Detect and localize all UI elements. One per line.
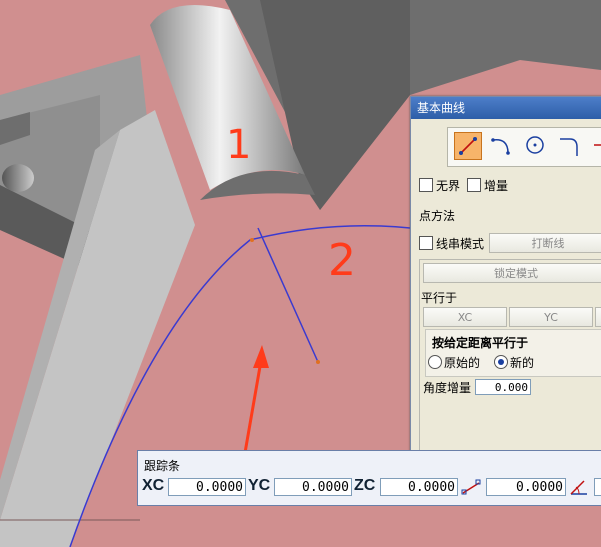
- angle-icon: [568, 477, 590, 501]
- radio-original-label: 原始的: [444, 356, 481, 370]
- lock-mode-button[interactable]: 锁定模式: [423, 263, 601, 283]
- tracking-bar-title: 跟踪条: [144, 459, 181, 473]
- yc-input[interactable]: 0.0000: [274, 478, 352, 496]
- radio-new-dot[interactable]: [494, 355, 508, 369]
- zc-button[interactable]: [595, 307, 601, 327]
- radio-new[interactable]: 新的: [494, 354, 534, 371]
- zc-label: ZC: [354, 477, 376, 494]
- hole: [2, 164, 34, 192]
- angle-input[interactable]: [594, 478, 601, 496]
- circle-icon[interactable]: [522, 132, 550, 160]
- angle-increment-input[interactable]: 0.000: [475, 379, 531, 395]
- by-distance-label: 按给定距离平行于: [432, 336, 529, 350]
- increment-checkbox-box[interactable]: [467, 178, 481, 192]
- increment-checkbox[interactable]: 增量: [467, 177, 508, 194]
- string-mode-label: 线串模式: [436, 237, 485, 251]
- plus-icon[interactable]: [590, 132, 601, 160]
- xc-label: XC: [142, 477, 165, 494]
- annotation-label-1: 1: [226, 122, 251, 168]
- xc-button[interactable]: XC: [423, 307, 507, 327]
- tracking-bar: 跟踪条 XC 0.0000 YC 0.0000 ZC 0.0000 0.0000: [137, 450, 601, 506]
- string-mode-checkbox[interactable]: 线串模式: [419, 235, 484, 252]
- basic-curves-dialog: 基本曲线 无界 增量 点方法 线串模式 打断线 锁定模式 平行于 XC YC 按…: [410, 96, 601, 454]
- curve-type-toolbar: [447, 127, 601, 167]
- point-method-label[interactable]: 点方法: [419, 207, 455, 224]
- break-string-button[interactable]: 打断线: [489, 233, 601, 253]
- unbounded-checkbox-box[interactable]: [419, 178, 433, 192]
- zc-input[interactable]: 0.0000: [380, 478, 458, 496]
- length-icon: [460, 477, 482, 501]
- radio-original[interactable]: 原始的: [428, 354, 480, 371]
- fillet-icon[interactable]: [556, 132, 584, 160]
- dialog-title: 基本曲线: [411, 97, 601, 119]
- string-mode-checkbox-box[interactable]: [419, 236, 433, 250]
- xc-input[interactable]: 0.0000: [168, 478, 246, 496]
- radio-original-dot[interactable]: [428, 355, 442, 369]
- parallel-to-label: 平行于: [421, 291, 458, 305]
- radio-new-label: 新的: [510, 356, 535, 370]
- line-icon[interactable]: [454, 132, 482, 160]
- arc-icon[interactable]: [488, 132, 516, 160]
- unbounded-checkbox[interactable]: 无界: [419, 177, 460, 194]
- increment-label: 增量: [484, 179, 509, 193]
- yc-button[interactable]: YC: [509, 307, 593, 327]
- unbounded-label: 无界: [436, 179, 461, 193]
- yc-label: YC: [248, 477, 271, 494]
- annotation-label-2: 2: [328, 235, 356, 286]
- by-distance-group: 按给定距离平行于 原始的 新的: [425, 329, 601, 377]
- selected-line: [257, 227, 319, 363]
- angle-increment-label: 角度增量: [423, 381, 472, 395]
- length-input[interactable]: 0.0000: [486, 478, 566, 496]
